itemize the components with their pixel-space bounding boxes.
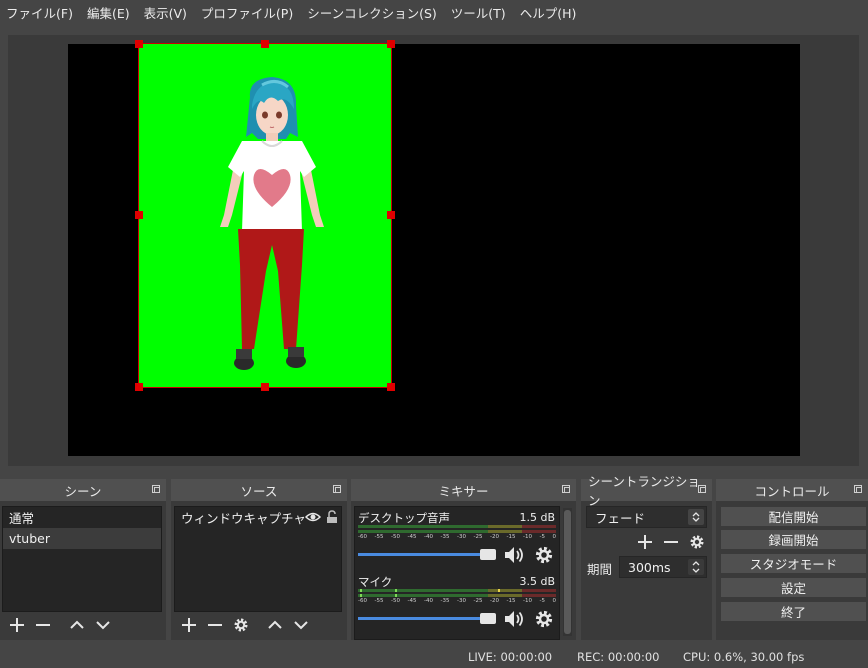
- meter-scale: -60 -55 -50 -45 -40 -35 -30 -25 -20 -15 -10 -5 0: [358, 598, 556, 604]
- plus-icon[interactable]: [177, 615, 201, 635]
- volume-slider[interactable]: [358, 549, 496, 561]
- menu-bar: ファイル(F) 編集(E) 表示(V) プロファイル(P) シーンコレクション(…: [0, 0, 868, 24]
- source-item-label: ウィンドウキャプチャ: [181, 511, 306, 526]
- start-streaming-button[interactable]: 配信開始: [720, 506, 867, 527]
- duration-label: 期間: [587, 562, 613, 577]
- chevron-down-icon[interactable]: [289, 615, 313, 635]
- transition-toolbar: [633, 532, 709, 552]
- speaker-icon[interactable]: [503, 609, 525, 633]
- gear-icon[interactable]: [534, 545, 554, 569]
- controls-title: コントロール: [754, 483, 830, 499]
- volume-slider-thumb[interactable]: [480, 613, 496, 624]
- float-icon[interactable]: [854, 485, 862, 493]
- resize-handle[interactable]: [135, 383, 143, 391]
- gear-icon[interactable]: [534, 609, 554, 633]
- sources-dock-title: ソース: [171, 479, 347, 501]
- plus-icon[interactable]: [5, 615, 29, 635]
- resize-handle[interactable]: [135, 40, 143, 48]
- duration-spinbox[interactable]: 300ms: [619, 556, 707, 578]
- source-list[interactable]: ウィンドウキャプチャ: [174, 506, 342, 612]
- channel-db: 1.5 dB: [519, 511, 555, 524]
- chevron-down-icon[interactable]: [91, 615, 115, 635]
- channel-name: デスクトップ音声: [358, 511, 450, 525]
- gear-icon[interactable]: [685, 532, 709, 552]
- menu-edit[interactable]: 編集(E): [81, 3, 138, 22]
- minus-icon[interactable]: [659, 532, 683, 552]
- meter-scale: -60 -55 -50 -45 -40 -35 -30 -25 -20 -15 -10 -5 0: [358, 534, 556, 540]
- resize-handle[interactable]: [135, 211, 143, 219]
- gear-icon[interactable]: [229, 615, 253, 635]
- duration-value: 300ms: [628, 559, 671, 575]
- mixer-scrollbar[interactable]: [563, 508, 572, 636]
- chevron-up-icon[interactable]: [263, 615, 287, 635]
- volume-meter: [358, 594, 556, 597]
- plus-icon[interactable]: [633, 532, 657, 552]
- controls-dock-title: コントロール: [716, 479, 868, 501]
- resize-handle[interactable]: [261, 383, 269, 391]
- start-recording-button[interactable]: 録画開始: [720, 529, 867, 550]
- transition-select-value: フェード: [595, 510, 646, 526]
- exit-button[interactable]: 終了: [720, 601, 867, 622]
- minus-icon[interactable]: [203, 615, 227, 635]
- vtuber-avatar: [220, 77, 324, 370]
- studio-mode-button[interactable]: スタジオモード: [720, 553, 867, 574]
- speaker-icon[interactable]: [503, 545, 525, 569]
- transitions-title: シーントランジション: [588, 474, 700, 508]
- resize-handle[interactable]: [387, 40, 395, 48]
- float-icon[interactable]: [152, 485, 160, 493]
- volume-slider[interactable]: [358, 613, 496, 625]
- lock-icon[interactable]: [326, 510, 338, 527]
- source-toolbar: [177, 615, 313, 635]
- menu-scene-collection[interactable]: シーンコレクション(S): [301, 3, 445, 22]
- transition-select[interactable]: フェード: [586, 506, 707, 528]
- float-icon[interactable]: [698, 485, 706, 493]
- menu-file[interactable]: ファイル(F): [0, 3, 81, 22]
- float-icon[interactable]: [562, 485, 570, 493]
- scene-list[interactable]: 通常 vtuber: [2, 506, 162, 612]
- channel-name: マイク: [358, 575, 393, 589]
- scenes-title: シーン: [64, 483, 102, 499]
- eye-icon[interactable]: [304, 511, 322, 526]
- volume-meter: [358, 589, 556, 592]
- scenes-dock-title: シーン: [0, 479, 166, 501]
- source-item[interactable]: ウィンドウキャプチャ: [175, 507, 341, 528]
- menu-tools[interactable]: ツール(T): [445, 3, 514, 22]
- rec-status: REC: 00:00:00: [577, 650, 660, 664]
- resize-handle[interactable]: [387, 211, 395, 219]
- volume-meter: [358, 530, 556, 533]
- volume-slider-thumb[interactable]: [480, 549, 496, 560]
- mixer-title: ミキサー: [438, 483, 489, 499]
- menu-help[interactable]: ヘルプ(H): [514, 3, 585, 22]
- scene-item-selected[interactable]: vtuber: [3, 528, 161, 549]
- updown-icon: [688, 509, 704, 525]
- transitions-dock-title: シーントランジション: [581, 474, 712, 508]
- volume-meter: [358, 525, 556, 528]
- float-icon[interactable]: [333, 485, 341, 493]
- menu-view[interactable]: 表示(V): [138, 3, 195, 22]
- sources-title: ソース: [240, 483, 278, 499]
- settings-button[interactable]: 設定: [720, 577, 867, 598]
- resize-handle[interactable]: [387, 383, 395, 391]
- channel-db: 3.5 dB: [519, 575, 555, 588]
- minus-icon[interactable]: [31, 615, 55, 635]
- mixer-dock-title: ミキサー: [351, 479, 576, 501]
- cpu-status: CPU: 0.6%, 30.00 fps: [683, 650, 805, 664]
- chevron-up-icon[interactable]: [65, 615, 89, 635]
- scene-toolbar: [5, 615, 115, 635]
- live-status: LIVE: 00:00:00: [468, 650, 553, 664]
- scene-item[interactable]: 通常: [3, 507, 161, 528]
- updown-icon[interactable]: [688, 559, 704, 575]
- mixer-scrollbar-thumb[interactable]: [564, 510, 571, 634]
- resize-handle[interactable]: [261, 40, 269, 48]
- menu-profile[interactable]: プロファイル(P): [195, 3, 301, 22]
